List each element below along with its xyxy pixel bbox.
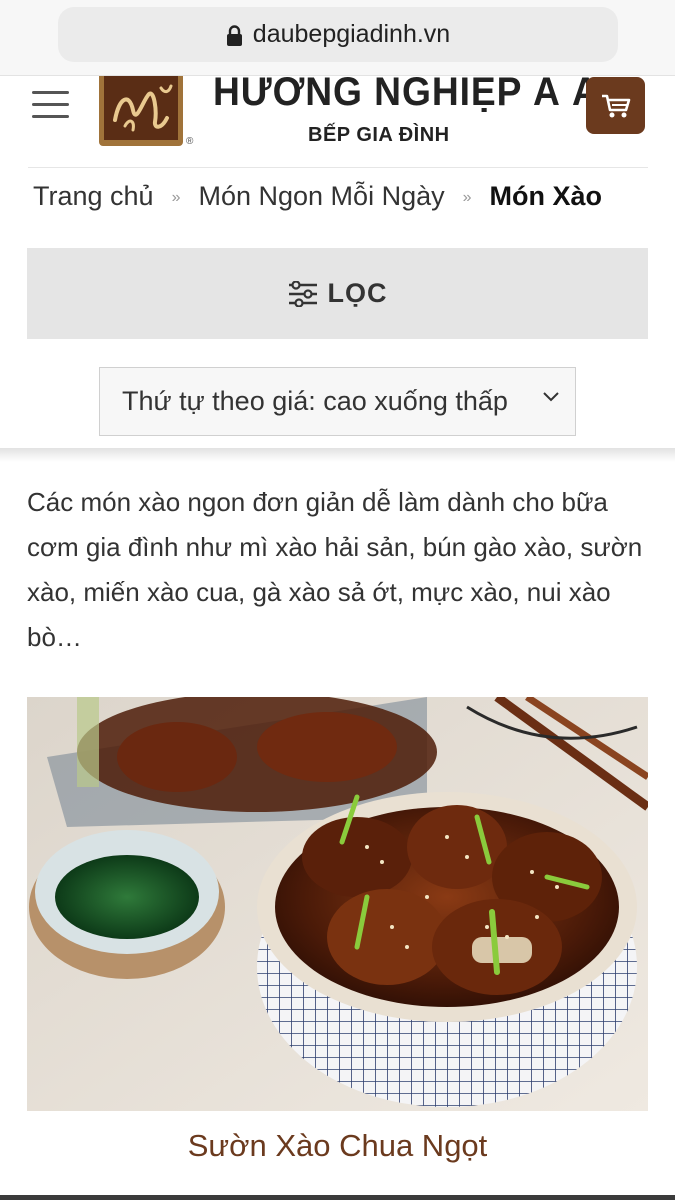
- lock-icon: [226, 25, 242, 46]
- brand-subtitle: BẾP GIA ĐÌNH: [308, 124, 450, 146]
- breadcrumb: Trang chủ » Món Ngon Mỗi Ngày » Món Xào: [33, 176, 602, 216]
- browser-toolbar: daubepgiadinh.vn: [0, 0, 675, 76]
- hamburger-menu-icon[interactable]: [32, 91, 69, 121]
- breadcrumb-separator: »: [462, 189, 472, 206]
- breadcrumb-current: Món Xào: [489, 180, 603, 211]
- cart-icon: [601, 94, 630, 117]
- sweet-and-sour-ribs-photo: [27, 697, 648, 1111]
- next-product-edge: [0, 1195, 675, 1200]
- sort-selected-value: Thứ tự theo giá: cao xuống thấp: [122, 386, 508, 416]
- brand-logo[interactable]: [99, 76, 183, 146]
- chevron-down-icon: [543, 392, 559, 402]
- header-divider: [28, 167, 648, 168]
- product-title[interactable]: Sườn Xào Chua Ngọt: [0, 1128, 675, 1164]
- filter-sliders-icon: [288, 280, 317, 307]
- site-header: ® HƯƠNG NGHIỆP Á ÂU BẾP GIA ĐÌNH: [0, 76, 675, 168]
- url-text: daubepgiadinh.vn: [252, 20, 451, 48]
- section-divider: [0, 448, 675, 462]
- product-image[interactable]: [27, 697, 648, 1111]
- sort-dropdown[interactable]: Thứ tự theo giá: cao xuống thấp: [99, 367, 576, 436]
- breadcrumb-home[interactable]: Trang chủ: [33, 181, 154, 212]
- breadcrumb-daily-dishes[interactable]: Món Ngon Mỗi Ngày: [198, 181, 444, 212]
- category-description: Các món xào ngon đơn giản dễ làm dành ch…: [27, 487, 643, 652]
- brand-name[interactable]: HƯƠNG NGHIỆP Á ÂU: [213, 76, 628, 112]
- filter-label: LỌC: [327, 278, 388, 308]
- registered-mark: ®: [186, 136, 194, 147]
- cart-button[interactable]: [586, 77, 645, 134]
- filter-button[interactable]: LỌC: [27, 248, 648, 339]
- breadcrumb-separator: »: [171, 189, 181, 206]
- address-bar[interactable]: daubepgiadinh.vn: [58, 7, 618, 62]
